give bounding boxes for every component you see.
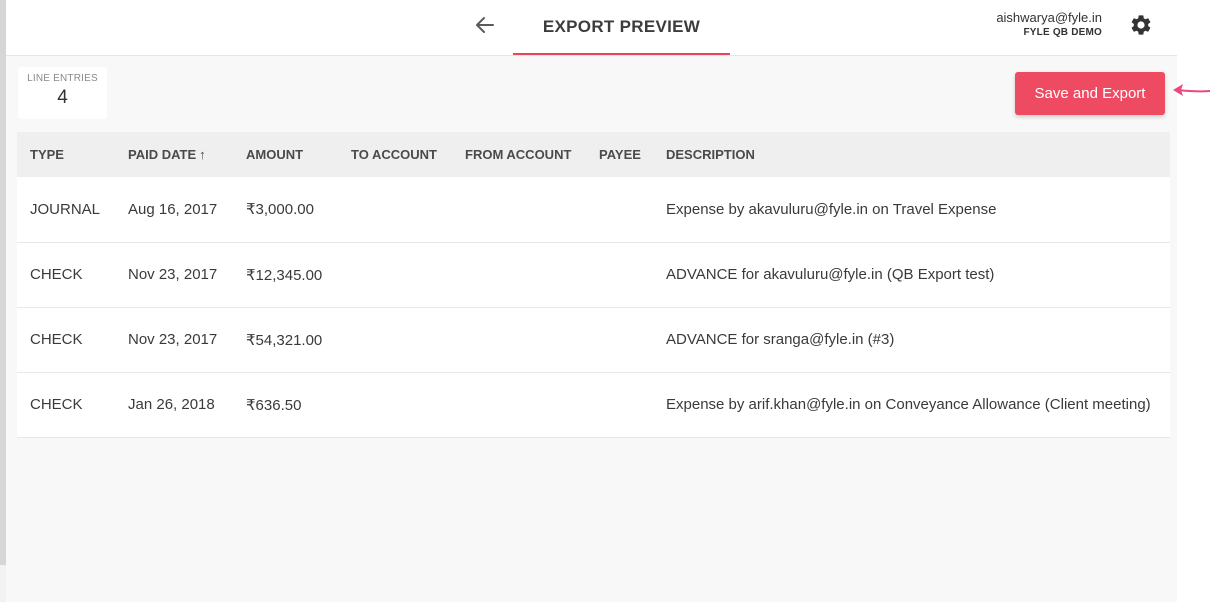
- app-root: EXPORT PREVIEW aishwarya@fyle.in FYLE QB…: [0, 0, 1210, 602]
- gear-icon: [1131, 15, 1151, 35]
- export-preview-table: TYPE PAID DATE ↑ AMOUNT TO ACCOUNT FROM A…: [17, 132, 1170, 438]
- cell-paid-date: Nov 23, 2017: [128, 331, 218, 348]
- cell-from-account: [465, 307, 599, 372]
- title-tab: EXPORT PREVIEW: [513, 0, 730, 55]
- cell-paid-date: Aug 16, 2017: [128, 200, 218, 218]
- cell-paid-date: Nov 23, 2017: [128, 266, 218, 283]
- cell-description: ADVANCE for sranga@fyle.in (#3): [666, 331, 895, 348]
- save-and-export-button[interactable]: Save and Export: [1015, 72, 1165, 115]
- table-row[interactable]: CHECK Nov 23, 2017 ₹54,321.00 ADVANCE fo…: [17, 307, 1170, 372]
- table-row[interactable]: CHECK Jan 26, 2018 ₹636.50 Expense by ar…: [17, 372, 1170, 437]
- column-header-amount[interactable]: AMOUNT: [246, 132, 351, 177]
- cell-paid-date: Jan 26, 2018: [128, 396, 215, 413]
- cell-type: CHECK: [30, 396, 83, 413]
- line-entries-count: 4: [57, 87, 68, 108]
- table-row[interactable]: JOURNAL Aug 16, 2017 ₹3,000.00 Expense b…: [17, 177, 1170, 242]
- cell-to-account: [351, 307, 465, 372]
- line-entries-card: LINE ENTRIES 4: [18, 67, 107, 119]
- column-header-from-account[interactable]: FROM ACCOUNT: [465, 132, 599, 177]
- cell-description: Expense by arif.khan@fyle.in on Conveyan…: [666, 396, 1151, 413]
- back-button[interactable]: [472, 12, 498, 38]
- org-name: FYLE QB DEMO: [1023, 27, 1102, 38]
- cell-from-account: [465, 177, 599, 242]
- column-header-description[interactable]: DESCRIPTION: [666, 132, 1170, 177]
- cell-type: CHECK: [30, 266, 83, 283]
- column-header-paid-date-label: PAID DATE: [128, 147, 197, 162]
- cell-amount: ₹636.50: [246, 396, 302, 414]
- main-content: LINE ENTRIES 4 Save and Export TYPE PAID…: [6, 56, 1177, 602]
- column-header-payee-label: PAYEE: [599, 147, 641, 162]
- cell-payee: [599, 242, 666, 307]
- table-row[interactable]: CHECK Nov 23, 2017 ₹12,345.00 ADVANCE fo…: [17, 242, 1170, 307]
- settings-button[interactable]: [1129, 13, 1153, 37]
- cell-from-account: [465, 372, 599, 437]
- cell-type: CHECK: [30, 331, 83, 348]
- cell-from-account: [465, 242, 599, 307]
- cell-payee: [599, 307, 666, 372]
- cell-amount: ₹54,321.00: [246, 331, 323, 349]
- user-info[interactable]: aishwarya@fyle.in FYLE QB DEMO: [996, 10, 1102, 40]
- column-header-type[interactable]: TYPE: [17, 132, 128, 177]
- cell-description: ADVANCE for akavuluru@fyle.in (QB Export…: [666, 266, 995, 283]
- column-header-to-account-label: TO ACCOUNT: [351, 147, 437, 162]
- page-title: EXPORT PREVIEW: [542, 16, 701, 36]
- arrow-left-icon: [476, 17, 494, 33]
- cell-to-account: [351, 242, 465, 307]
- cell-payee: [599, 177, 666, 242]
- cell-to-account: [351, 372, 465, 437]
- table-header-row: TYPE PAID DATE ↑ AMOUNT TO ACCOUNT FROM A…: [17, 132, 1170, 177]
- cell-type: JOURNAL: [30, 200, 101, 218]
- cell-payee: [599, 372, 666, 437]
- column-header-amount-label: AMOUNT: [246, 147, 304, 162]
- line-entries-label: LINE ENTRIES: [27, 73, 98, 84]
- annotation-arrow-icon: [1173, 84, 1210, 96]
- cell-description: Expense by akavuluru@fyle.in on Travel E…: [666, 200, 997, 218]
- column-header-type-label: TYPE: [30, 147, 64, 162]
- cell-to-account: [351, 177, 465, 242]
- user-email: aishwarya@fyle.in: [996, 10, 1102, 25]
- column-header-from-account-label: FROM ACCOUNT: [465, 147, 572, 162]
- sort-ascending-icon: ↑: [199, 147, 206, 162]
- cell-amount: ₹3,000.00: [246, 201, 314, 219]
- column-header-paid-date[interactable]: PAID DATE ↑: [128, 132, 246, 177]
- cell-amount: ₹12,345.00: [246, 266, 323, 284]
- column-header-to-account[interactable]: TO ACCOUNT: [351, 132, 465, 177]
- column-header-payee[interactable]: PAYEE: [599, 132, 666, 177]
- column-header-description-label: DESCRIPTION: [666, 147, 755, 162]
- header-bar: EXPORT PREVIEW aishwarya@fyle.in FYLE QB…: [6, 0, 1177, 56]
